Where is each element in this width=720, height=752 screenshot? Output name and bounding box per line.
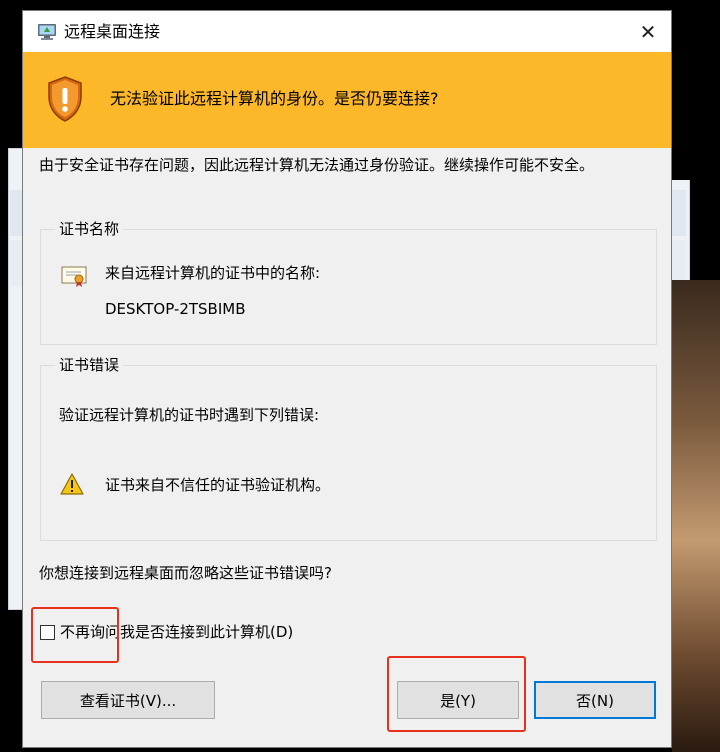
certificate-name-group: 证书名称 来自远程计算机的证书中的名称: DESKTOP-2TSBIMB: [40, 219, 657, 345]
rdp-certificate-dialog: 远程桌面连接 ✕ 无法验证此远程计算机的身份。是否仍要连接? 由于安全证书存在问…: [22, 10, 672, 748]
annotation-highlight-yes: [387, 656, 526, 732]
shield-warning-icon: [48, 76, 82, 122]
certificate-errors-group: 证书错误 验证远程计算机的证书时遇到下列错误: 证书来自不信任的证书验证机构。: [40, 355, 657, 541]
errors-intro-text: 验证远程计算机的证书时遇到下列错误:: [59, 406, 320, 424]
group-title: 证书错误: [55, 355, 124, 375]
window-title: 远程桌面连接: [64, 22, 161, 41]
warning-icon: [60, 473, 84, 495]
certificate-name-label: 来自远程计算机的证书中的名称:: [105, 264, 321, 282]
close-icon: ✕: [639, 19, 657, 44]
group-title: 证书名称: [55, 219, 124, 239]
warning-banner: 无法验证此远程计算机的身份。是否仍要连接?: [23, 52, 671, 148]
annotation-highlight-checkbox: [31, 607, 119, 663]
question-text: 你想连接到远程桌面而忽略这些证书错误吗?: [39, 564, 332, 582]
remote-desktop-icon: [38, 24, 56, 40]
desktop-background: [672, 0, 720, 180]
error-item: 证书来自不信任的证书验证机构。: [105, 476, 331, 494]
description-text: 由于安全证书存在问题，因此远程计算机无法通过身份验证。继续操作可能不安全。: [39, 156, 595, 174]
close-button[interactable]: ✕: [625, 11, 671, 52]
view-certificate-button[interactable]: 查看证书(V)...: [41, 681, 215, 719]
title-bar[interactable]: 远程桌面连接 ✕: [23, 11, 671, 52]
certificate-name-value: DESKTOP-2TSBIMB: [105, 300, 246, 318]
desktop-wallpaper: [672, 280, 720, 752]
banner-message: 无法验证此远程计算机的身份。是否仍要连接?: [110, 89, 439, 108]
no-button[interactable]: 否(N): [534, 681, 656, 719]
certificate-icon: [61, 266, 87, 287]
